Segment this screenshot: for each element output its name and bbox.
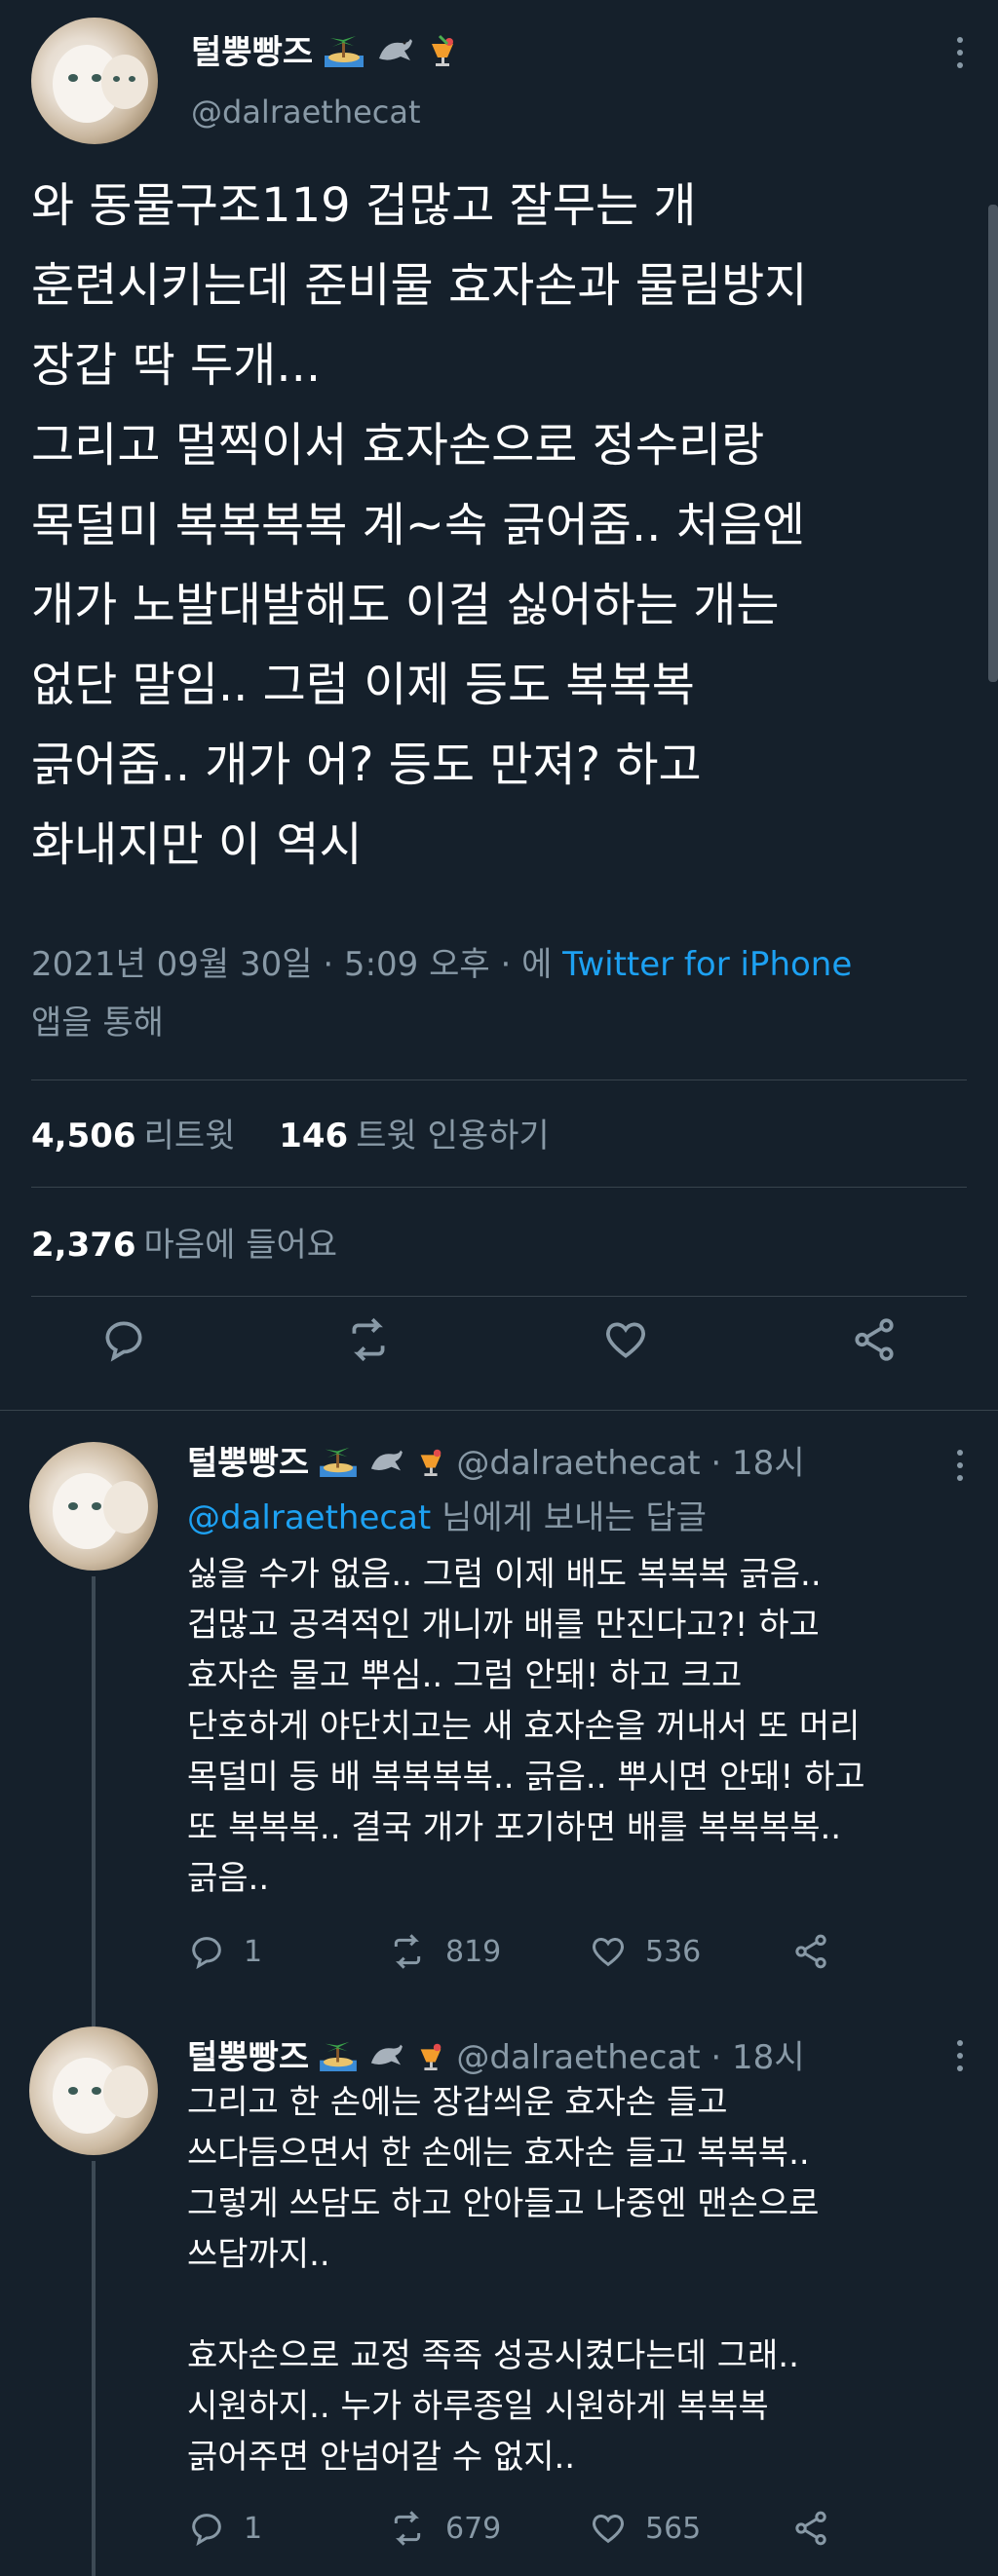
retweets-label: 리트윗 <box>143 1117 236 1155</box>
seal-emoji-icon <box>367 1445 404 1485</box>
retweets-stat[interactable]: 4,506 리트윗 <box>31 1117 235 1155</box>
thread-line <box>92 1576 96 1995</box>
island-emoji-icon <box>324 32 364 76</box>
likes-stats[interactable]: 2,376 마음에 들어요 <box>31 1218 337 1266</box>
handle-and-time[interactable]: @dalraethecat · 18시 <box>456 2038 804 2077</box>
retweet-count: 4,506 <box>31 1117 136 1155</box>
reply-count: 1 <box>244 2511 263 2546</box>
timestamp-text[interactable]: 2021년 09월 30일 · 5:09 오후 · 에 <box>31 945 562 984</box>
retweet-button[interactable]: 679 <box>387 2504 501 2553</box>
thread-line <box>92 1995 96 2027</box>
share-button[interactable] <box>791 2504 848 2553</box>
retweet-icon <box>352 1317 385 1362</box>
reply-to-suffix: 님에게 보내는 답글 <box>431 1498 707 1537</box>
quotes-stat[interactable]: 146 트윗 인용하기 <box>279 1117 549 1155</box>
share-icon <box>795 2511 826 2546</box>
tweet-header: 털뿡빵즈 @dalraethecat <box>31 18 967 144</box>
likes-label: 마음에 들어요 <box>143 1226 338 1265</box>
reply-to-handle[interactable]: @dalraethecat <box>187 1498 431 1537</box>
reply-icon <box>192 1937 221 1970</box>
scrollbar[interactable] <box>988 205 998 682</box>
retweet-count: 819 <box>445 1934 502 1969</box>
share-icon <box>795 1934 826 1969</box>
heart-icon <box>605 1322 646 1359</box>
like-button[interactable]: 565 <box>589 2504 701 2553</box>
island-emoji-icon <box>320 2038 357 2080</box>
more-options-icon[interactable] <box>957 2040 967 2078</box>
more-options-icon[interactable] <box>957 37 967 75</box>
reply-text: 싫을 수가 없음.. 그럼 이제 배도 복복복 긁음.. 겁많고 공격적인 개니… <box>187 1555 865 1898</box>
like-count: 536 <box>645 1934 702 1969</box>
avatar[interactable] <box>31 18 158 144</box>
via-text: 앱을 통해 <box>31 1004 164 1042</box>
reply-button[interactable]: 1 <box>187 1927 262 1976</box>
reply-icon <box>105 1321 142 1362</box>
tropical-drink-emoji-icon <box>426 32 459 76</box>
share-button[interactable] <box>850 1315 908 1374</box>
share-button[interactable] <box>791 1927 848 1976</box>
seal-emoji-icon <box>367 2039 404 2079</box>
divider <box>31 1187 967 1188</box>
handle-and-time[interactable]: @dalraethecat · 18시 <box>456 1444 804 1483</box>
share-icon <box>855 1318 894 1361</box>
avatar[interactable] <box>29 2027 158 2155</box>
reply-count: 1 <box>244 1934 263 1969</box>
like-count: 565 <box>645 2511 702 2546</box>
reply-tweet[interactable]: 털뿡빵즈 @dalraethecat · 18시 @dalraethecat 님… <box>0 1411 998 1995</box>
like-count: 2,376 <box>31 1226 136 1265</box>
reply-button[interactable]: 1 <box>187 2504 262 2553</box>
quotes-label: 트윗 인용하기 <box>356 1117 550 1155</box>
retweet-icon <box>394 2511 421 2546</box>
reply-header: 털뿡빵즈 @dalraethecat · 18시 <box>187 2030 805 2080</box>
reply-button[interactable] <box>99 1315 158 1374</box>
retweet-icon <box>394 1934 421 1969</box>
like-button[interactable] <box>601 1315 660 1374</box>
reply-text: 그리고 한 손에는 장갑씌운 효자손 들고 쓰다듬으면서 한 손에는 효자손 들… <box>187 2083 820 2477</box>
tropical-drink-emoji-icon <box>415 2038 446 2080</box>
quote-count: 146 <box>279 1117 349 1155</box>
retweet-button[interactable]: 819 <box>387 1927 501 1976</box>
divider <box>31 1296 967 1297</box>
retweet-count: 679 <box>445 2511 502 2546</box>
display-name-row[interactable]: 털뿡빵즈 <box>191 25 459 76</box>
retweet-quote-stats: 4,506 리트윗 146 트윗 인용하기 <box>31 1109 550 1156</box>
heart-icon <box>592 2515 625 2544</box>
more-options-icon[interactable] <box>957 1450 967 1488</box>
reply-actions: 1 819 536 <box>187 1927 967 1976</box>
reply-tweet[interactable]: 털뿡빵즈 @dalraethecat · 18시 그리고 한 손에는 장갑씌운 … <box>0 1995 998 2576</box>
source-link[interactable]: Twitter for iPhone <box>562 945 852 984</box>
tweet-text: 와 동물구조119 겁많고 잘무는 개 훈련시키는데 준비물 효자손과 물림방지… <box>31 178 808 872</box>
seal-emoji-icon <box>375 33 414 75</box>
display-name[interactable]: 털뿡빵즈 <box>187 2038 309 2077</box>
reply-actions: 1 679 565 <box>187 2504 967 2553</box>
tropical-drink-emoji-icon <box>415 1444 446 1486</box>
island-emoji-icon <box>320 1444 357 1486</box>
heart-icon <box>592 1938 625 1967</box>
display-name[interactable]: 털뿡빵즈 <box>187 1444 309 1483</box>
reply-header: 털뿡빵즈 @dalraethecat · 18시 <box>187 1436 805 1486</box>
display-name[interactable]: 털뿡빵즈 <box>191 33 313 72</box>
avatar[interactable] <box>29 1442 158 1571</box>
replying-to: @dalraethecat 님에게 보내는 답글 <box>187 1491 707 1538</box>
retweet-button[interactable] <box>343 1315 402 1374</box>
handle[interactable]: @dalraethecat <box>191 94 421 131</box>
thread-line <box>92 2161 96 2576</box>
reply-icon <box>192 2514 221 2547</box>
tweet-actions <box>31 1315 967 1393</box>
like-button[interactable]: 536 <box>589 1927 701 1976</box>
tweet-timestamp: 2021년 09월 30일 · 5:09 오후 · 에 Twitter for … <box>31 935 967 1052</box>
